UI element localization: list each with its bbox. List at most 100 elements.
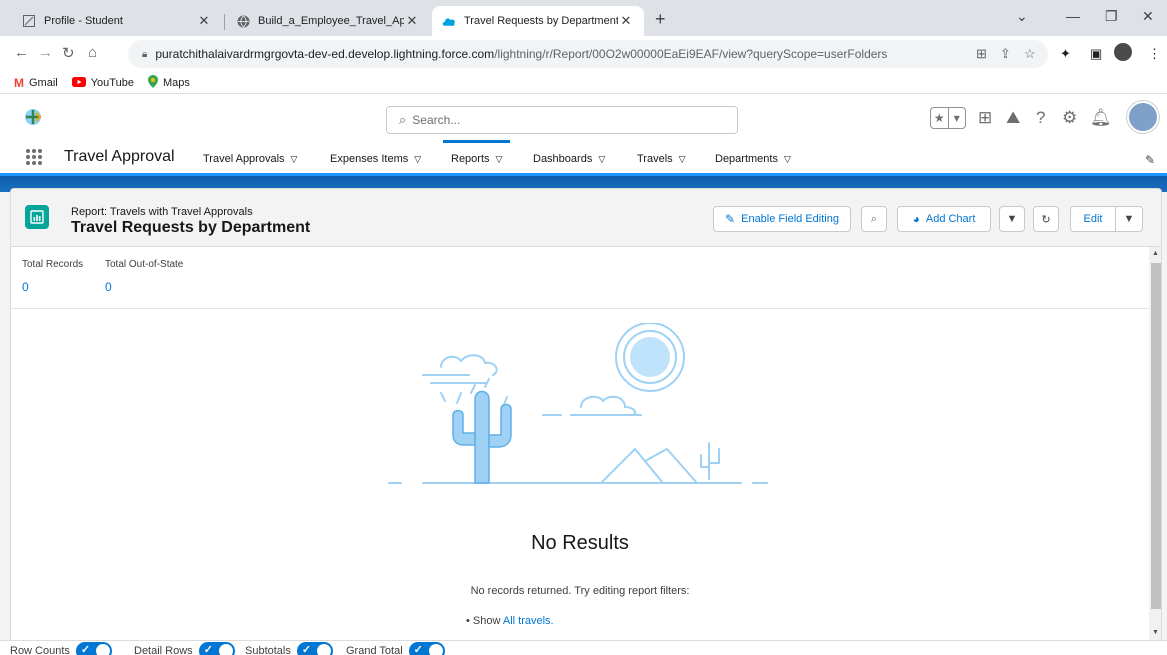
chevron-down-icon[interactable]: ▽ — [291, 154, 298, 164]
url-path: /lightning/r/Report/00O2w00000EaEi9EAF/v… — [494, 47, 888, 61]
trailhead-icon[interactable]: ⛰ — [1006, 108, 1020, 128]
scrollbar-thumb[interactable] — [1151, 263, 1161, 609]
close-tab-icon[interactable]: ✕ — [404, 13, 420, 29]
browser-tab-profile[interactable]: Profile - Student ✕ — [12, 6, 222, 36]
chevron-down-icon[interactable]: ▽ — [679, 154, 686, 164]
bookmark-label: Maps — [162, 76, 190, 89]
close-window-icon[interactable]: ✕ — [1142, 8, 1154, 25]
setup-gear-icon[interactable]: ⚙ — [1062, 108, 1077, 128]
report-footer-toggles: Row Counts Detail Rows Subtotals Grand T… — [0, 640, 1167, 655]
global-actions-plus-icon[interactable]: ⊞ — [978, 108, 992, 128]
bookmark-star-icon[interactable]: ☆ — [1024, 46, 1036, 62]
report-card: Report: Travels with Travel Approvals Tr… — [10, 188, 1162, 655]
notifications-bell-icon[interactable]: 🔔︎ — [1090, 108, 1112, 128]
bookmark-label: YouTube — [90, 76, 134, 89]
profile-avatar-icon[interactable] — [1114, 43, 1132, 61]
globe-icon — [236, 14, 250, 28]
tab-search-chevron-icon[interactable]: ⌄ — [1016, 8, 1028, 25]
bookmark-gmail[interactable]: M Gmail — [14, 76, 58, 90]
add-chart-button[interactable]: ◕ Add Chart — [897, 206, 991, 232]
user-avatar[interactable] — [1127, 101, 1159, 133]
app-launcher-icon[interactable] — [26, 149, 42, 165]
restore-window-icon[interactable]: ❐ — [1105, 8, 1118, 25]
bookmark-maps[interactable]: Maps — [147, 74, 190, 91]
toggle-label: Detail Rows — [134, 645, 193, 655]
close-tab-icon[interactable]: ✕ — [618, 13, 634, 29]
chevron-down-icon[interactable]: ▽ — [784, 154, 791, 164]
nav-item-reports[interactable]: Reports ▽ — [442, 140, 511, 165]
report-summary: Total Records 0 Total Out-of-State 0 — [11, 247, 1149, 309]
toggle-subtotals[interactable]: Subtotals — [245, 642, 333, 655]
filter-button[interactable]: ▼ — [999, 206, 1025, 232]
help-icon[interactable]: ? — [1036, 108, 1045, 128]
report-icon — [25, 205, 49, 229]
gmail-icon: M — [14, 75, 24, 90]
report-title: Travel Requests by Department — [71, 219, 311, 236]
app-navigation: Travel Approval Travel Approvals ▽ Expens… — [0, 140, 1167, 176]
nav-item-departments[interactable]: Departments ▽ — [715, 153, 791, 165]
toggle-row-counts[interactable]: Row Counts — [10, 642, 112, 655]
tab-title: Profile - Student — [44, 15, 123, 27]
refresh-button[interactable]: ↻ — [1033, 206, 1059, 232]
browser-tab-report[interactable]: Travel Requests by Department | ✕ — [432, 6, 644, 36]
favorites-button[interactable]: ★ ▾ — [930, 107, 966, 129]
nav-item-travels[interactable]: Travels ▽ — [637, 153, 686, 165]
chevron-down-icon[interactable]: ▽ — [496, 154, 503, 164]
nav-item-label: Departments — [715, 153, 778, 165]
toggle-label: Subtotals — [245, 645, 291, 655]
nav-item-label: Reports — [451, 153, 490, 165]
tab-separator — [224, 14, 225, 30]
translate-icon[interactable]: ⊞ — [976, 46, 987, 62]
enable-field-editing-button[interactable]: ✎ Enable Field Editing — [713, 206, 851, 232]
metric-total-records: Total Records 0 — [22, 259, 83, 294]
close-tab-icon[interactable]: ✕ — [196, 13, 212, 29]
browser-tab-build[interactable]: Build_a_Employee_Travel_Approv ✕ — [226, 6, 430, 36]
side-panel-icon[interactable]: ▣ — [1090, 46, 1102, 62]
search-placeholder: Search... — [412, 113, 461, 127]
scroll-down-icon[interactable]: ▼ — [1152, 629, 1159, 636]
search-icon: ⌕ — [870, 212, 878, 225]
edit-button[interactable]: Edit — [1070, 206, 1116, 232]
app-logo-icon[interactable] — [22, 106, 44, 128]
nav-item-travel-approvals[interactable]: Travel Approvals ▽ — [203, 153, 297, 165]
search-report-button[interactable]: ⌕ — [861, 206, 887, 232]
metric-label: Total Out-of-State — [105, 259, 184, 270]
back-arrow-icon[interactable]: ← — [14, 44, 29, 61]
share-icon[interactable]: ⇪ — [1000, 46, 1011, 62]
report-header: Report: Travels with Travel Approvals Tr… — [11, 189, 1161, 247]
reload-icon[interactable]: ↻ — [62, 44, 75, 62]
nav-item-dashboards[interactable]: Dashboards ▽ — [533, 153, 605, 165]
global-header: ⌕ Search... ★ ▾ ⊞ ⛰ ? ⚙ 🔔︎ — [0, 94, 1167, 142]
toggle-detail-rows[interactable]: Detail Rows — [134, 642, 235, 655]
nav-item-expenses-items[interactable]: Expenses Items ▽ — [330, 153, 421, 165]
menu-kebab-icon[interactable]: ⋮ — [1148, 46, 1161, 62]
bookmark-youtube[interactable]: YouTube — [71, 76, 134, 90]
new-tab-button[interactable]: + — [655, 9, 666, 30]
chevron-down-icon[interactable]: ▽ — [414, 154, 421, 164]
report-scrollbar[interactable]: ▲ ▼ — [1149, 247, 1161, 641]
all-travels-link[interactable]: All travels. — [503, 615, 554, 627]
bookmark-label: Gmail — [29, 76, 58, 89]
more-actions-button[interactable]: ▼ — [1115, 206, 1143, 232]
extensions-puzzle-icon[interactable]: ✦ — [1060, 46, 1071, 62]
toggle-switch[interactable] — [408, 642, 445, 655]
global-search-input[interactable]: ⌕ Search... — [386, 106, 738, 134]
minimize-icon[interactable]: — — [1066, 8, 1080, 24]
home-icon[interactable]: ⌂ — [88, 44, 97, 61]
toggle-label: Grand Total — [346, 645, 403, 655]
forward-arrow-icon[interactable]: → — [38, 44, 53, 61]
url-host: puratchithalaivardrmgrgovta-dev-ed.devel… — [155, 47, 495, 61]
show-all-travels: • Show All travels. — [466, 615, 554, 627]
toggle-grand-total[interactable]: Grand Total — [346, 642, 445, 655]
toggle-switch[interactable] — [198, 642, 235, 655]
edit-nav-pencil-icon[interactable]: ✎ — [1145, 153, 1155, 167]
toggle-switch[interactable] — [75, 642, 112, 655]
toggle-switch[interactable] — [296, 642, 333, 655]
scroll-up-icon[interactable]: ▲ — [1152, 250, 1159, 257]
filter-funnel-icon: ▼ — [1006, 213, 1018, 225]
app-name: Travel Approval — [64, 148, 175, 165]
report-breadcrumb: Report: Travels with Travel Approvals — [71, 206, 253, 218]
lock-icon: 🔒︎ — [142, 48, 148, 60]
chevron-down-icon[interactable]: ▽ — [598, 154, 605, 164]
address-bar[interactable]: 🔒︎ puratchithalaivardrmgrgovta-dev-ed.de… — [128, 40, 1048, 68]
